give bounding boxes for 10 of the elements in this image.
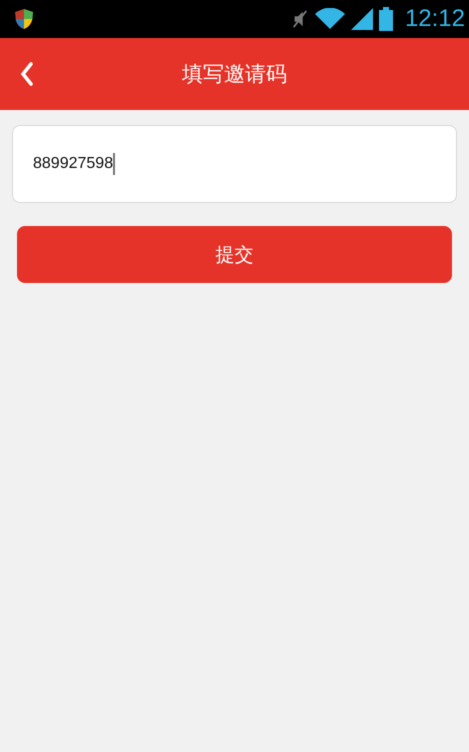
wifi-icon — [314, 8, 345, 30]
shield-icon — [14, 8, 34, 30]
page-title: 填写邀请码 — [182, 61, 287, 88]
muted-speaker-icon — [290, 8, 309, 30]
invite-code-field[interactable]: 889927598 — [12, 125, 457, 203]
clock-time: 12:12 — [404, 5, 465, 33]
battery-icon — [378, 7, 393, 31]
back-chevron-icon — [20, 62, 34, 86]
signal-icon — [350, 8, 373, 30]
submit-button[interactable]: 提交 — [17, 226, 452, 283]
